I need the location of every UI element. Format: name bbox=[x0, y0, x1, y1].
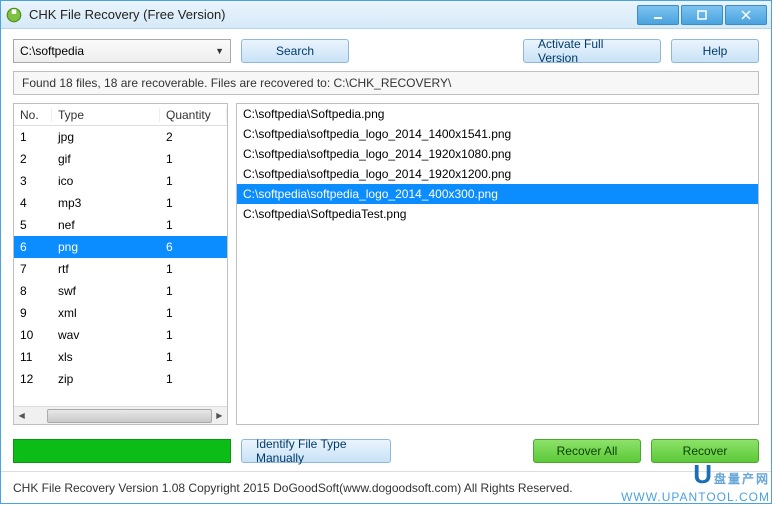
cell-no: 6 bbox=[14, 240, 52, 254]
cell-qty: 1 bbox=[160, 284, 227, 298]
table-row[interactable]: 5nef1 bbox=[14, 214, 227, 236]
progress-bar bbox=[13, 439, 231, 463]
activate-label: Activate Full Version bbox=[538, 37, 646, 65]
path-value: C:\softpedia bbox=[20, 44, 84, 58]
cell-qty: 1 bbox=[160, 306, 227, 320]
window-controls bbox=[637, 5, 767, 25]
cell-qty: 1 bbox=[160, 350, 227, 364]
identify-button[interactable]: Identify File Type Manually bbox=[241, 439, 391, 463]
table-row[interactable]: 10wav1 bbox=[14, 324, 227, 346]
minimize-button[interactable] bbox=[637, 5, 679, 25]
cell-type: mp3 bbox=[52, 196, 160, 210]
cell-no: 12 bbox=[14, 372, 52, 386]
horizontal-scrollbar[interactable]: ◀ ▶ bbox=[14, 406, 227, 424]
cell-type: gif bbox=[52, 152, 160, 166]
table-row[interactable]: 1jpg2 bbox=[14, 126, 227, 148]
cell-type: nef bbox=[52, 218, 160, 232]
col-type[interactable]: Type bbox=[52, 108, 160, 122]
titlebar: CHK File Recovery (Free Version) bbox=[1, 1, 771, 29]
cell-qty: 2 bbox=[160, 130, 227, 144]
table-row[interactable]: 6png6 bbox=[14, 236, 227, 258]
search-label: Search bbox=[276, 44, 314, 58]
cell-no: 5 bbox=[14, 218, 52, 232]
search-button[interactable]: Search bbox=[241, 39, 349, 63]
scroll-thumb[interactable] bbox=[47, 409, 211, 423]
file-list-panel: C:\softpedia\Softpedia.pngC:\softpedia\s… bbox=[236, 103, 759, 425]
cell-no: 1 bbox=[14, 130, 52, 144]
toolbar: C:\softpedia ▼ Search Activate Full Vers… bbox=[1, 29, 771, 71]
type-table: No. Type Quantity 1jpg22gif13ico14mp315n… bbox=[14, 104, 227, 406]
cell-no: 8 bbox=[14, 284, 52, 298]
list-item[interactable]: C:\softpedia\softpedia_logo_2014_1920x12… bbox=[237, 164, 758, 184]
list-item[interactable]: C:\softpedia\softpedia_logo_2014_400x300… bbox=[237, 184, 758, 204]
table-row[interactable]: 12zip1 bbox=[14, 368, 227, 390]
cell-no: 4 bbox=[14, 196, 52, 210]
recover-button[interactable]: Recover bbox=[651, 439, 759, 463]
cell-type: rtf bbox=[52, 262, 160, 276]
cell-type: wav bbox=[52, 328, 160, 342]
main-area: No. Type Quantity 1jpg22gif13ico14mp315n… bbox=[1, 103, 771, 433]
path-combobox[interactable]: C:\softpedia ▼ bbox=[13, 39, 231, 63]
cell-type: ico bbox=[52, 174, 160, 188]
cell-qty: 1 bbox=[160, 262, 227, 276]
table-row[interactable]: 7rtf1 bbox=[14, 258, 227, 280]
table-header: No. Type Quantity bbox=[14, 104, 227, 126]
cell-no: 11 bbox=[14, 350, 52, 364]
cell-type: xml bbox=[52, 306, 160, 320]
list-item[interactable]: C:\softpedia\softpedia_logo_2014_1400x15… bbox=[237, 124, 758, 144]
type-table-panel: No. Type Quantity 1jpg22gif13ico14mp315n… bbox=[13, 103, 228, 425]
cell-type: xls bbox=[52, 350, 160, 364]
table-row[interactable]: 3ico1 bbox=[14, 170, 227, 192]
cell-qty: 1 bbox=[160, 328, 227, 342]
scroll-right-icon[interactable]: ▶ bbox=[212, 408, 227, 424]
recover-all-label: Recover All bbox=[557, 444, 618, 458]
app-window: CHK File Recovery (Free Version) C:\soft… bbox=[0, 0, 772, 504]
app-icon bbox=[5, 6, 23, 24]
cell-type: swf bbox=[52, 284, 160, 298]
cell-no: 3 bbox=[14, 174, 52, 188]
list-item[interactable]: C:\softpedia\softpedia_logo_2014_1920x10… bbox=[237, 144, 758, 164]
cell-qty: 1 bbox=[160, 196, 227, 210]
recover-all-button[interactable]: Recover All bbox=[533, 439, 641, 463]
help-label: Help bbox=[703, 44, 728, 58]
cell-no: 7 bbox=[14, 262, 52, 276]
window-title: CHK File Recovery (Free Version) bbox=[29, 7, 637, 22]
cell-type: zip bbox=[52, 372, 160, 386]
status-text: Found 18 files, 18 are recoverable. File… bbox=[22, 76, 451, 90]
table-row[interactable]: 9xml1 bbox=[14, 302, 227, 324]
footer: CHK File Recovery Version 1.08 Copyright… bbox=[1, 471, 771, 503]
table-row[interactable]: 8swf1 bbox=[14, 280, 227, 302]
scroll-left-icon[interactable]: ◀ bbox=[14, 408, 29, 424]
cell-qty: 6 bbox=[160, 240, 227, 254]
cell-type: png bbox=[52, 240, 160, 254]
close-button[interactable] bbox=[725, 5, 767, 25]
recover-label: Recover bbox=[683, 444, 728, 458]
table-row[interactable]: 2gif1 bbox=[14, 148, 227, 170]
list-item[interactable]: C:\softpedia\SoftpediaTest.png bbox=[237, 204, 758, 224]
chevron-down-icon: ▼ bbox=[215, 46, 224, 56]
help-button[interactable]: Help bbox=[671, 39, 759, 63]
col-no[interactable]: No. bbox=[14, 108, 52, 122]
table-row[interactable]: 4mp31 bbox=[14, 192, 227, 214]
list-item[interactable]: C:\softpedia\Softpedia.png bbox=[237, 104, 758, 124]
maximize-button[interactable] bbox=[681, 5, 723, 25]
identify-label: Identify File Type Manually bbox=[256, 437, 376, 465]
activate-button[interactable]: Activate Full Version bbox=[523, 39, 661, 63]
cell-qty: 1 bbox=[160, 218, 227, 232]
cell-qty: 1 bbox=[160, 372, 227, 386]
cell-no: 10 bbox=[14, 328, 52, 342]
cell-no: 9 bbox=[14, 306, 52, 320]
table-row[interactable]: 11xls1 bbox=[14, 346, 227, 368]
cell-qty: 1 bbox=[160, 174, 227, 188]
cell-type: jpg bbox=[52, 130, 160, 144]
footer-text: CHK File Recovery Version 1.08 Copyright… bbox=[13, 481, 573, 495]
cell-qty: 1 bbox=[160, 152, 227, 166]
col-quantity[interactable]: Quantity bbox=[160, 108, 227, 122]
status-bar: Found 18 files, 18 are recoverable. File… bbox=[13, 71, 759, 95]
bottom-bar: Identify File Type Manually Recover All … bbox=[1, 433, 771, 471]
cell-no: 2 bbox=[14, 152, 52, 166]
